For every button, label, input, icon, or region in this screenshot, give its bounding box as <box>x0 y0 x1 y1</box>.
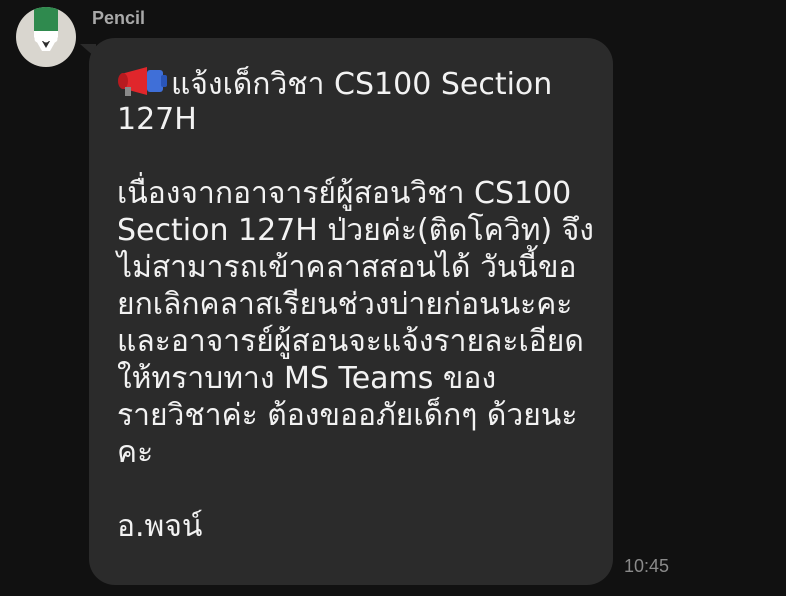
message-signature: อ.พจน์ <box>117 509 203 544</box>
message-line: และอาจารย์ผู้สอนจะแจ้งรายละเอียด <box>117 324 584 359</box>
message-line: เนื่องจากอาจารย์ผู้สอนวิชา CS100 <box>117 176 572 211</box>
message-line: ยกเลิกคลาสเรียนช่วงบ่ายก่อนนะคะ <box>117 287 573 322</box>
chat-screen: Pencil แจ้งเด็กวิชา CS100 Section 127H เ… <box>0 0 786 596</box>
message-timestamp: 10:45 <box>624 556 670 576</box>
pencil-icon <box>34 7 58 51</box>
message-line: Section 127H ป่วยค่ะ(ติดโควิท) จึง <box>117 213 594 248</box>
message-text: แจ้งเด็กวิชา CS100 Section 127H เนื่องจา… <box>117 64 597 545</box>
message-line: ให้ทราบทาง MS Teams ของ <box>117 361 497 396</box>
message-line-text: แจ้งเด็กวิชา CS100 Section <box>171 67 553 102</box>
sender-name: Pencil <box>92 8 146 28</box>
message-line: ไม่สามารถเข้าคลาสสอนได้ วันนี้ขอ <box>117 250 577 285</box>
sender-avatar[interactable] <box>16 7 76 67</box>
message-line: แจ้งเด็กวิชา CS100 Section <box>117 64 597 102</box>
message-line: รายวิชาค่ะ ต้องขออภัยเด็กๆ ด้วยนะ <box>117 398 578 433</box>
message-line: 127H <box>117 102 197 137</box>
megaphone-icon <box>118 67 167 96</box>
message-line: คะ <box>117 435 154 470</box>
